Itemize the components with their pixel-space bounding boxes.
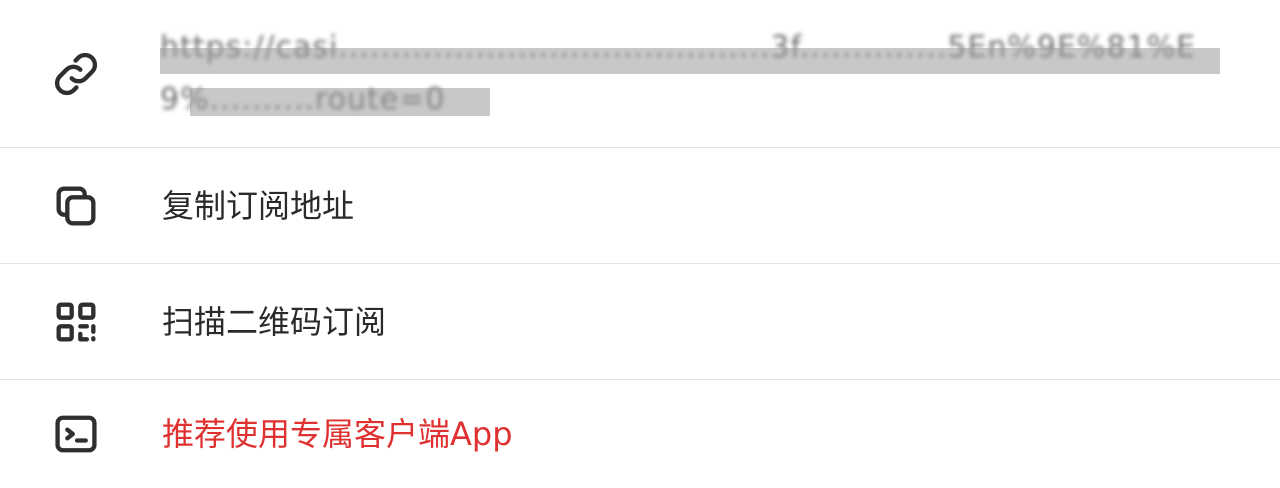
link-icon: [50, 48, 102, 100]
copy-subscription-url-item[interactable]: 复制订阅地址: [0, 148, 1280, 264]
subscription-url[interactable]: https://casi............................…: [160, 22, 1240, 126]
copy-subscription-url-label: 复制订阅地址: [162, 186, 355, 225]
qr-code-icon: [50, 296, 102, 348]
redaction-block: [190, 88, 490, 116]
terminal-icon: [50, 408, 102, 460]
subscription-url-row[interactable]: https://casi............................…: [0, 0, 1280, 148]
scan-qr-code-item[interactable]: 扫描二维码订阅: [0, 264, 1280, 380]
recommended-client-app-label: 推荐使用专属客户端App: [162, 415, 513, 453]
scan-qr-code-label: 扫描二维码订阅: [162, 302, 387, 341]
recommended-client-app-item[interactable]: 推荐使用专属客户端App: [0, 380, 1280, 488]
copy-icon: [50, 180, 102, 232]
share-menu: https://casi............................…: [0, 0, 1280, 488]
redaction-block: [160, 48, 1220, 74]
